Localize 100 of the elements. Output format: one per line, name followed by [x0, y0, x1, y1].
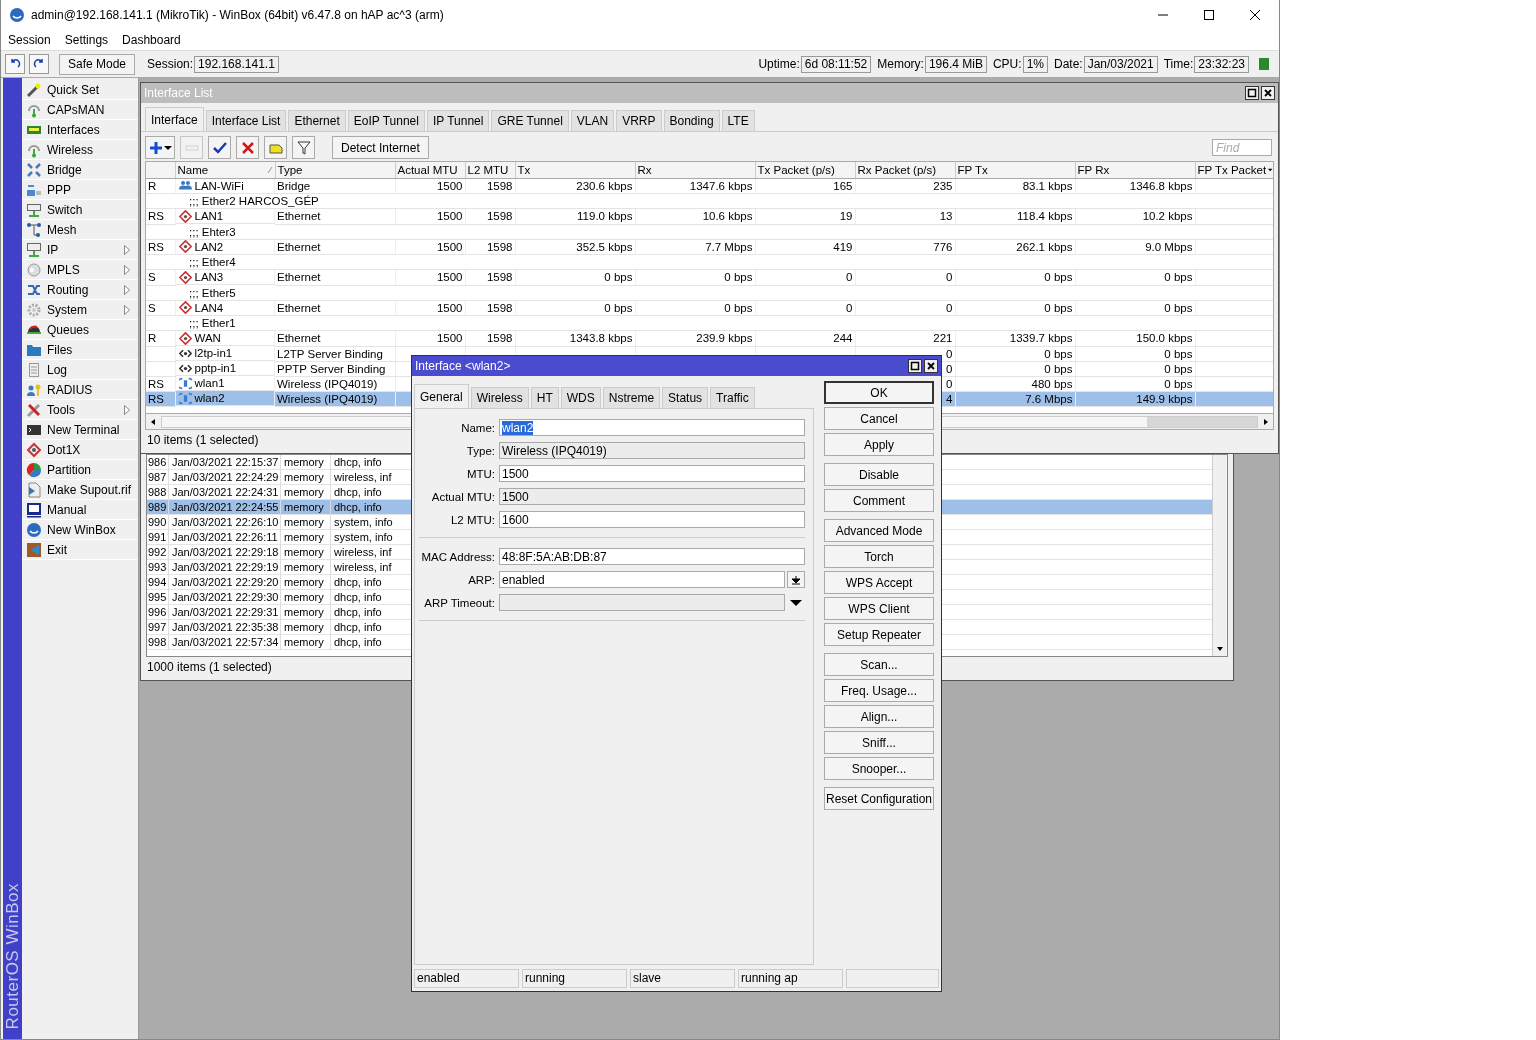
sidebar-label: Quick Set — [47, 82, 100, 97]
table-cell: memory — [281, 544, 331, 560]
window-title: Interface List — [144, 86, 213, 100]
table-cell: 480 bps — [1031, 377, 1073, 390]
table-cell: 988 — [147, 484, 169, 500]
table-cell: PPTP Server Binding — [277, 362, 386, 375]
table-cell: Jan/03/2021 22:24:31 — [169, 484, 281, 500]
stat-value: 1% — [1022, 55, 1048, 73]
table-cell: 0 bps — [1044, 347, 1073, 360]
flag-cell: R — [148, 332, 157, 345]
sidebar-label: Log — [47, 362, 68, 377]
table-cell: 419 — [833, 240, 853, 253]
table-cell: 0 — [946, 362, 953, 375]
table-cell: 1500 — [436, 240, 463, 253]
status-segment: running — [522, 969, 627, 988]
field-label: Type: — [465, 444, 496, 457]
table-cell: Ethernet — [277, 210, 321, 223]
table-cell: 13 — [939, 210, 953, 223]
table-cell: 239.9 kbps — [696, 332, 753, 345]
sidebar-label: MPLS — [47, 262, 80, 277]
table-cell: Ethernet — [277, 271, 321, 284]
table-cell: 1598 — [486, 301, 513, 314]
table-cell: 7.6 Mbps — [1025, 392, 1073, 405]
table-cell: Ethernet — [277, 301, 321, 314]
table-cell: 997 — [147, 619, 169, 635]
interface-name: l2tp-in1 — [194, 347, 233, 359]
table-cell: 995 — [147, 589, 169, 605]
sidebar-label: CAPsMAN — [47, 102, 105, 117]
stat-value: 6d 08:11:52 — [800, 55, 872, 73]
table-cell: Jan/03/2021 22:29:31 — [169, 604, 281, 620]
table-cell: 4 — [946, 392, 953, 405]
sidebar-label: Wireless — [47, 142, 93, 157]
table-cell: 990 — [147, 514, 169, 530]
table-cell: 0 bps — [1044, 362, 1073, 375]
status-segment: slave — [630, 969, 735, 988]
table-cell: 1500 — [436, 210, 463, 223]
interface-name: WAN — [194, 332, 221, 344]
table-cell: 1343.8 kbps — [569, 332, 633, 345]
table-cell: Wireless (IPQ4019) — [277, 377, 378, 390]
stat-value: Jan/03/2021 — [1083, 55, 1158, 73]
stat-value: 23:32:23 — [1194, 55, 1249, 73]
sidebar-label: Switch — [47, 202, 83, 217]
table-cell: 10.2 kbps — [1142, 210, 1193, 223]
table-cell: Ethernet — [277, 240, 321, 253]
interface-name: LAN2 — [194, 240, 224, 253]
stat-label: Date: — [1053, 57, 1083, 71]
table-cell: memory — [281, 514, 331, 530]
stat-label: Uptime: — [758, 57, 800, 71]
table-cell: 1339.7 kbps — [1009, 332, 1073, 345]
brand-text: RouterOS WinBox — [2, 882, 23, 1029]
table-cell: 1598 — [486, 179, 513, 192]
flag-cell: RS — [148, 240, 164, 253]
table-cell: L2TP Server Binding — [277, 347, 383, 360]
interface-name: LAN1 — [194, 210, 224, 222]
table-cell: 1500 — [436, 332, 463, 345]
table-cell: 1598 — [486, 240, 513, 253]
flag-cell: R — [148, 179, 157, 192]
table-cell: 0 — [846, 271, 853, 284]
interface-name: LAN4 — [194, 301, 224, 314]
table-cell: 7.7 Mbps — [705, 240, 753, 253]
table-cell: 0 — [946, 271, 953, 284]
status-segment: enabled — [414, 969, 519, 988]
flag-cell: RS — [148, 392, 164, 405]
table-cell: 989 — [147, 499, 169, 515]
table-cell: 996 — [147, 604, 169, 620]
table-cell: 1500 — [436, 179, 463, 192]
table-cell: 230.6 kbps — [576, 179, 633, 192]
sidebar-label: Dot1X — [47, 442, 81, 457]
table-cell: 119.0 kbps — [577, 210, 633, 223]
window-title: Interface <wlan2> — [415, 359, 511, 373]
interface-name: wlan1 — [194, 377, 225, 389]
table-cell: Jan/03/2021 22:24:29 — [169, 469, 281, 485]
table-cell: Jan/03/2021 22:29:19 — [169, 559, 281, 575]
sidebar-label: New Terminal — [47, 422, 120, 437]
table-cell: 1500 — [436, 301, 463, 314]
table-cell: 262.1 kbps — [1016, 240, 1073, 253]
table-cell: 1598 — [486, 332, 513, 345]
table-cell: 244 — [833, 332, 853, 345]
flag-cell: S — [148, 271, 156, 284]
comment-text: ;;; Ehter3 — [188, 225, 236, 238]
table-cell: Jan/03/2021 22:29:18 — [169, 544, 281, 560]
table-cell: 149.9 kbps — [1136, 392, 1193, 405]
table-cell: 352.5 kbps — [576, 240, 633, 253]
table-cell: 0 bps — [1164, 301, 1193, 314]
table-cell: 150.0 kbps — [1136, 332, 1193, 345]
table-cell: Ethernet — [277, 332, 321, 345]
table-cell: 1598 — [486, 271, 513, 284]
sidebar-label: PPP — [47, 182, 71, 197]
sidebar-label: Tools — [47, 402, 75, 417]
sidebar-label: Mesh — [47, 222, 77, 237]
sidebar-label: Make Supout.rif — [47, 482, 132, 497]
table-cell: Jan/03/2021 22:24:55 — [169, 499, 281, 515]
table-cell: 1347.6 kbps — [689, 179, 753, 192]
table-cell: Wireless (IPQ4019) — [277, 392, 378, 405]
sidebar-label: Exit — [47, 542, 67, 557]
table-cell: 0 bps — [1044, 271, 1073, 284]
status-text: 10 items (1 selected) — [147, 433, 259, 447]
field-label: ARP: — [467, 573, 496, 586]
table-cell: 998 — [147, 634, 169, 650]
sidebar-label: IP — [47, 242, 59, 257]
